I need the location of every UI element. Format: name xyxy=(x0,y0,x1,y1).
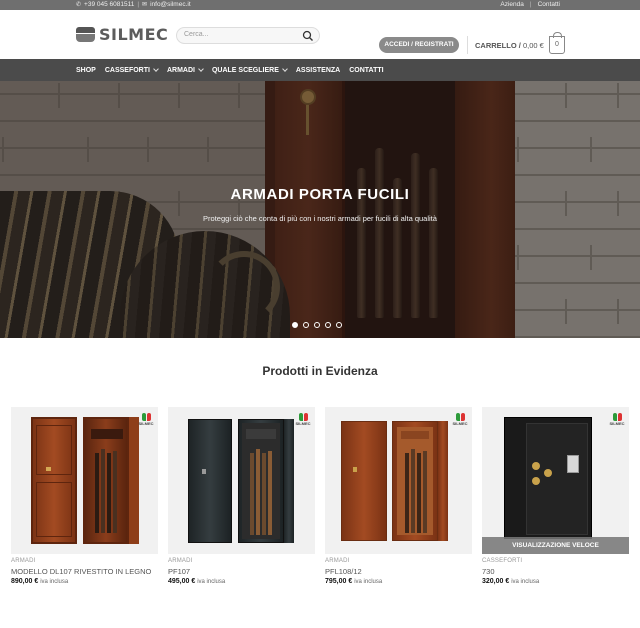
product-category[interactable]: CASSEFORTI xyxy=(482,558,629,564)
slider-dot[interactable] xyxy=(314,322,320,328)
chevron-down-icon xyxy=(282,65,288,72)
login-register-button[interactable]: ACCEDI / REGISTRATI xyxy=(379,37,459,53)
product-category[interactable]: ARMADI xyxy=(325,558,472,564)
email-icon: ✉ xyxy=(142,2,148,8)
header-divider xyxy=(467,36,468,54)
logo-icon xyxy=(76,26,96,43)
hero-overlay xyxy=(0,81,640,338)
logo[interactable]: SILMEC xyxy=(76,25,168,44)
cart-amount: 0,00 € xyxy=(522,41,544,50)
topbar-email[interactable]: info@silmec.it xyxy=(150,1,191,8)
italian-flag-badge: SILMEC xyxy=(295,413,311,426)
top-bar: ✆ +39 045 6081511 | ✉ info@silmec.it Azi… xyxy=(0,0,640,10)
italian-flag-badge: SILMEC xyxy=(138,413,154,426)
product-image[interactable]: SILMEC xyxy=(325,407,472,554)
product-price: 890,00 € iva inclusa xyxy=(11,578,69,585)
product-category[interactable]: ARMADI xyxy=(11,558,158,564)
product-price: 795,00 € iva inclusa xyxy=(325,578,383,585)
slider-dot[interactable] xyxy=(336,322,342,328)
heart-flag-icon xyxy=(141,413,151,421)
nav-item-quale-scegliere[interactable]: QUALE SCEGLIERE xyxy=(212,65,288,74)
heart-flag-icon xyxy=(298,413,308,421)
slider-dot[interactable] xyxy=(325,322,331,328)
topbar-link-contatti[interactable]: Contatti xyxy=(538,1,560,8)
badge-brand: SILMEC xyxy=(452,421,468,426)
cart-link[interactable]: CARRELLO / 0,00 € xyxy=(475,41,544,50)
site-header: SILMEC Cerca... ACCEDI / REGISTRATI CARR… xyxy=(0,10,640,58)
hero-subtitle: Proteggi ciò che conta di più con i nost… xyxy=(203,214,437,223)
italian-flag-badge: SILMEC xyxy=(609,413,625,426)
topbar-link-azienda[interactable]: Azienda xyxy=(500,1,524,8)
product-name[interactable]: PF107 xyxy=(168,567,315,576)
tax-note: iva inclusa xyxy=(511,579,540,585)
nav-item-armadi[interactable]: ARMADI xyxy=(167,65,204,74)
cart-label: CARRELLO / xyxy=(475,41,521,50)
nav-item-casseforti[interactable]: CASSEFORTI xyxy=(105,65,159,74)
product-card[interactable]: SILMEC ARMADI PFL108/12 795,00 € iva inc… xyxy=(325,407,472,585)
product-category[interactable]: ARMADI xyxy=(168,558,315,564)
tax-note: iva inclusa xyxy=(354,579,383,585)
hero-slider[interactable]: ARMADI PORTA FUCILI Proteggi ciò che con… xyxy=(0,81,640,338)
product-image[interactable]: SILMEC xyxy=(11,407,158,554)
heart-flag-icon xyxy=(612,413,622,421)
chevron-down-icon xyxy=(198,65,204,72)
topbar-separator: | xyxy=(137,1,140,8)
badge-brand: SILMEC xyxy=(609,421,625,426)
main-nav: SHOP CASSEFORTI ARMADI QUALE SCEGLIERE A… xyxy=(0,59,640,81)
product-card[interactable]: SILMEC ARMADI MODELLO DL107 RIVESTITO IN… xyxy=(11,407,158,585)
product-grid: SILMEC ARMADI MODELLO DL107 RIVESTITO IN… xyxy=(11,407,629,585)
slider-dots xyxy=(292,322,342,328)
search-input[interactable]: Cerca... xyxy=(184,31,209,38)
slider-dot[interactable] xyxy=(303,322,309,328)
topbar-phone[interactable]: +39 045 6081511 xyxy=(84,1,134,8)
badge-brand: SILMEC xyxy=(138,421,154,426)
italian-flag-badge: SILMEC xyxy=(452,413,468,426)
hero-title: ARMADI PORTA FUCILI xyxy=(230,186,410,203)
product-price: 320,00 € iva inclusa xyxy=(482,578,540,585)
topbar-separator: | xyxy=(529,1,532,8)
logo-text: SILMEC xyxy=(99,25,169,44)
badge-brand: SILMEC xyxy=(295,421,311,426)
nav-item-contatti[interactable]: CONTATTI xyxy=(349,67,383,74)
product-card[interactable]: SILMEC VISUALIZZAZIONE VELOCE CASSEFORTI… xyxy=(482,407,629,585)
product-price: 495,00 € iva inclusa xyxy=(168,578,226,585)
nav-item-assistenza[interactable]: ASSISTENZA xyxy=(296,67,340,74)
search-field[interactable]: Cerca... xyxy=(176,27,320,44)
product-name[interactable]: MODELLO DL107 RIVESTITO IN LEGNO xyxy=(11,567,158,576)
quick-view-button[interactable]: VISUALIZZAZIONE VELOCE xyxy=(482,537,629,554)
chevron-down-icon xyxy=(153,65,159,72)
product-card[interactable]: SILMEC ARMADI PF107 495,00 € iva inclusa xyxy=(168,407,315,585)
tax-note: iva inclusa xyxy=(40,579,69,585)
slider-dot[interactable] xyxy=(292,322,298,328)
product-name[interactable]: 730 xyxy=(482,567,629,576)
nav-item-shop[interactable]: SHOP xyxy=(76,67,96,74)
heart-flag-icon xyxy=(455,413,465,421)
product-image[interactable]: SILMEC VISUALIZZAZIONE VELOCE xyxy=(482,407,629,554)
product-image[interactable]: SILMEC xyxy=(168,407,315,554)
section-title: Prodotti in Evidenza xyxy=(262,364,378,378)
product-name[interactable]: PFL108/12 xyxy=(325,567,472,576)
search-icon[interactable] xyxy=(302,30,314,42)
cart-count: 0 xyxy=(555,41,559,48)
phone-icon: ✆ xyxy=(76,2,82,8)
cart-bag-icon[interactable]: 0 xyxy=(549,32,565,54)
tax-note: iva inclusa xyxy=(197,579,226,585)
